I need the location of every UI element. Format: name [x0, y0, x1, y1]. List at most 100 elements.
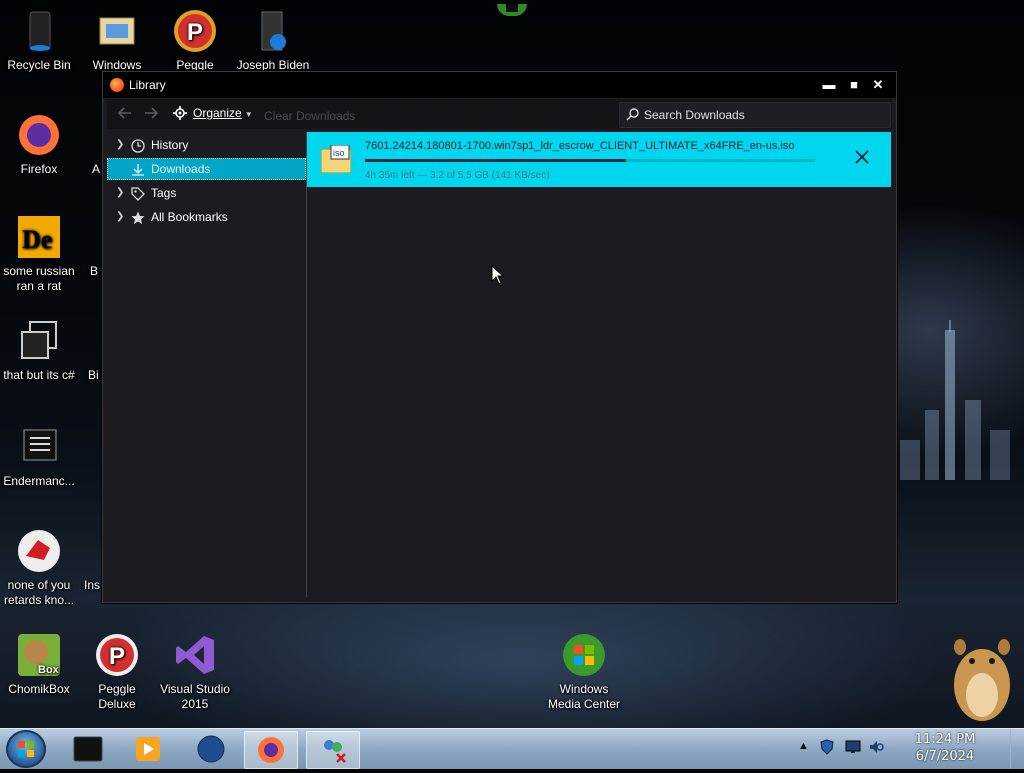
sidebar-item-history[interactable]: ❯ History: [107, 134, 306, 156]
desktop-icon-joseph-biden[interactable]: Joseph Biden: [234, 8, 312, 73]
de-app-icon: De: [16, 214, 62, 260]
sidebar-item-label: History: [151, 138, 189, 152]
mouse-cursor-icon: [491, 264, 505, 285]
copy-windows-icon: [16, 318, 62, 364]
desktop-icon-partial-b[interactable]: B: [72, 214, 102, 279]
desktop-icon-label: ChomikBox: [8, 682, 70, 696]
firefox-icon: [110, 78, 124, 92]
firefox-icon: [16, 112, 62, 158]
svg-text:P: P: [187, 19, 203, 46]
taskbar-app-terminal[interactable]: [62, 731, 114, 767]
sidebar-item-label: All Bookmarks: [151, 210, 228, 224]
maximize-button[interactable]: ■: [843, 76, 865, 94]
peggle-icon: P: [94, 632, 140, 678]
forward-arrow-icon[interactable]: [143, 105, 159, 126]
tag-icon: [131, 186, 145, 201]
download-item[interactable]: iso 7601.24214.180801-1700.win7sp1_ldr_e…: [307, 132, 891, 187]
start-button[interactable]: [6, 730, 46, 768]
globe-icon: [197, 735, 225, 763]
window-titlebar[interactable]: Library ▬ ■ ✕: [103, 72, 896, 98]
organize-label: Organize: [193, 106, 242, 120]
svg-text:P: P: [109, 643, 125, 670]
taskbar-app-firefox[interactable]: [244, 731, 298, 769]
network-users-icon: [324, 740, 346, 763]
window-title: Library: [129, 78, 166, 92]
desktop-icon-partial-ins[interactable]: Ins: [72, 528, 102, 593]
library-sidebar: ❯ History Downloads ❯ Tags ❯ All Bookmar…: [107, 132, 307, 597]
desktop-icon-endermanch[interactable]: Endermanc...: [0, 424, 78, 489]
shield-icon[interactable]: [820, 739, 834, 758]
desktop-icon-label: Windows Media Center: [547, 682, 621, 711]
taskbar: ▲ 11:24 PM 6/7/2024: [0, 728, 1024, 769]
search-icon: [626, 108, 639, 121]
download-progress-fill: [365, 159, 626, 162]
desktop-icon-some-russian[interactable]: De some russian ran a rat: [0, 214, 78, 294]
minimize-button[interactable]: ▬: [818, 76, 840, 94]
chevron-right-icon[interactable]: ❯: [116, 206, 124, 228]
close-icon: [855, 150, 869, 164]
library-toolbar: Organize ▼ Clear Downloads: [107, 99, 892, 129]
chevron-right-icon[interactable]: ❯: [116, 134, 124, 156]
organize-button[interactable]: Organize ▼: [173, 106, 253, 120]
desktop-icon-windows-media-center[interactable]: Windows Media Center: [545, 632, 623, 712]
taskbar-app-network-users[interactable]: [306, 731, 360, 769]
desktop-icon-label: Endermanc...: [3, 474, 75, 488]
sidebar-item-tags[interactable]: ❯ Tags: [107, 182, 306, 204]
close-button[interactable]: ✕: [867, 76, 889, 94]
desktop-icon-label: Recycle Bin: [7, 58, 71, 72]
library-window: Library ▬ ■ ✕ Organize ▼ Clear Downloads …: [102, 71, 897, 603]
desktop-icon-label: Firefox: [20, 162, 58, 176]
volume-muted-icon[interactable]: [868, 740, 884, 757]
clear-downloads-button[interactable]: Clear Downloads: [264, 109, 355, 123]
desktop-icon-visual-studio-2015[interactable]: Visual Studio 2015: [156, 632, 234, 712]
desktop-icon-label: none of you retards kno...: [3, 578, 75, 607]
desktop-icon-label: B: [90, 264, 99, 278]
download-filename: 7601.24214.180801-1700.win7sp1_ldr_escro…: [365, 140, 795, 152]
app-icon: [77, 214, 97, 260]
desktop-icon-none-of-you[interactable]: none of you retards kno...: [0, 528, 78, 608]
peggle-icon: P: [172, 8, 218, 54]
cancel-download-button[interactable]: [854, 149, 870, 165]
desktop-icon-chomikbox[interactable]: Box ChomikBox: [0, 632, 78, 697]
desktop-icon-label: some russian ran a rat: [3, 264, 75, 293]
windows-logo-icon: [18, 741, 34, 757]
sidebar-item-label: Tags: [151, 186, 177, 200]
taskbar-clock[interactable]: 11:24 PM 6/7/2024: [900, 731, 990, 765]
wallpaper-skyline: [895, 320, 1024, 500]
gear-icon: [173, 106, 187, 120]
desktop-icon-firefox[interactable]: Firefox: [0, 112, 78, 177]
search-box[interactable]: [619, 102, 891, 128]
taskbar-app-globe[interactable]: [185, 731, 237, 767]
computer-tower-icon: [250, 8, 296, 54]
show-hidden-icons-button[interactable]: ▲: [798, 740, 809, 752]
top-glow-decoration: [497, 4, 527, 16]
search-downloads-input[interactable]: [642, 106, 886, 124]
monitor-icon[interactable]: [845, 740, 861, 757]
desktop-icon-recycle-bin[interactable]: Recycle Bin: [0, 8, 78, 73]
sidebar-item-label: Downloads: [151, 162, 211, 176]
back-arrow-icon[interactable]: [117, 105, 133, 126]
desktop-icon-that-but-its-csharp[interactable]: that but its c#: [0, 318, 78, 383]
app-icon: [77, 318, 97, 364]
clock-icon: [131, 138, 145, 153]
app-icon: [77, 112, 97, 158]
windows-live-mail-icon: [94, 8, 140, 54]
star-icon: [131, 210, 145, 224]
taskbar-app-media-player[interactable]: [122, 731, 174, 767]
firefox-icon: [258, 737, 284, 763]
clock-time: 11:24 PM: [914, 732, 976, 747]
hamster-gadget: [946, 625, 1016, 725]
visual-studio-icon: [172, 632, 218, 678]
desktop-icon-peggle-deluxe[interactable]: P Peggle Deluxe: [78, 632, 156, 712]
media-player-icon: [136, 737, 160, 761]
sidebar-item-downloads[interactable]: Downloads: [107, 158, 306, 180]
download-progress-bar: [365, 159, 815, 162]
chevron-right-icon[interactable]: ❯: [116, 182, 124, 204]
show-desktop-button[interactable]: [1010, 729, 1024, 769]
svg-text:iso: iso: [333, 148, 345, 158]
desktop-icon-partial-a[interactable]: A: [72, 112, 102, 177]
sidebar-item-all-bookmarks[interactable]: ❯ All Bookmarks: [107, 206, 306, 228]
desktop-icon-partial-bi[interactable]: Bi: [72, 318, 102, 383]
download-icon: [131, 162, 145, 176]
clock-date: 6/7/2024: [915, 749, 975, 764]
